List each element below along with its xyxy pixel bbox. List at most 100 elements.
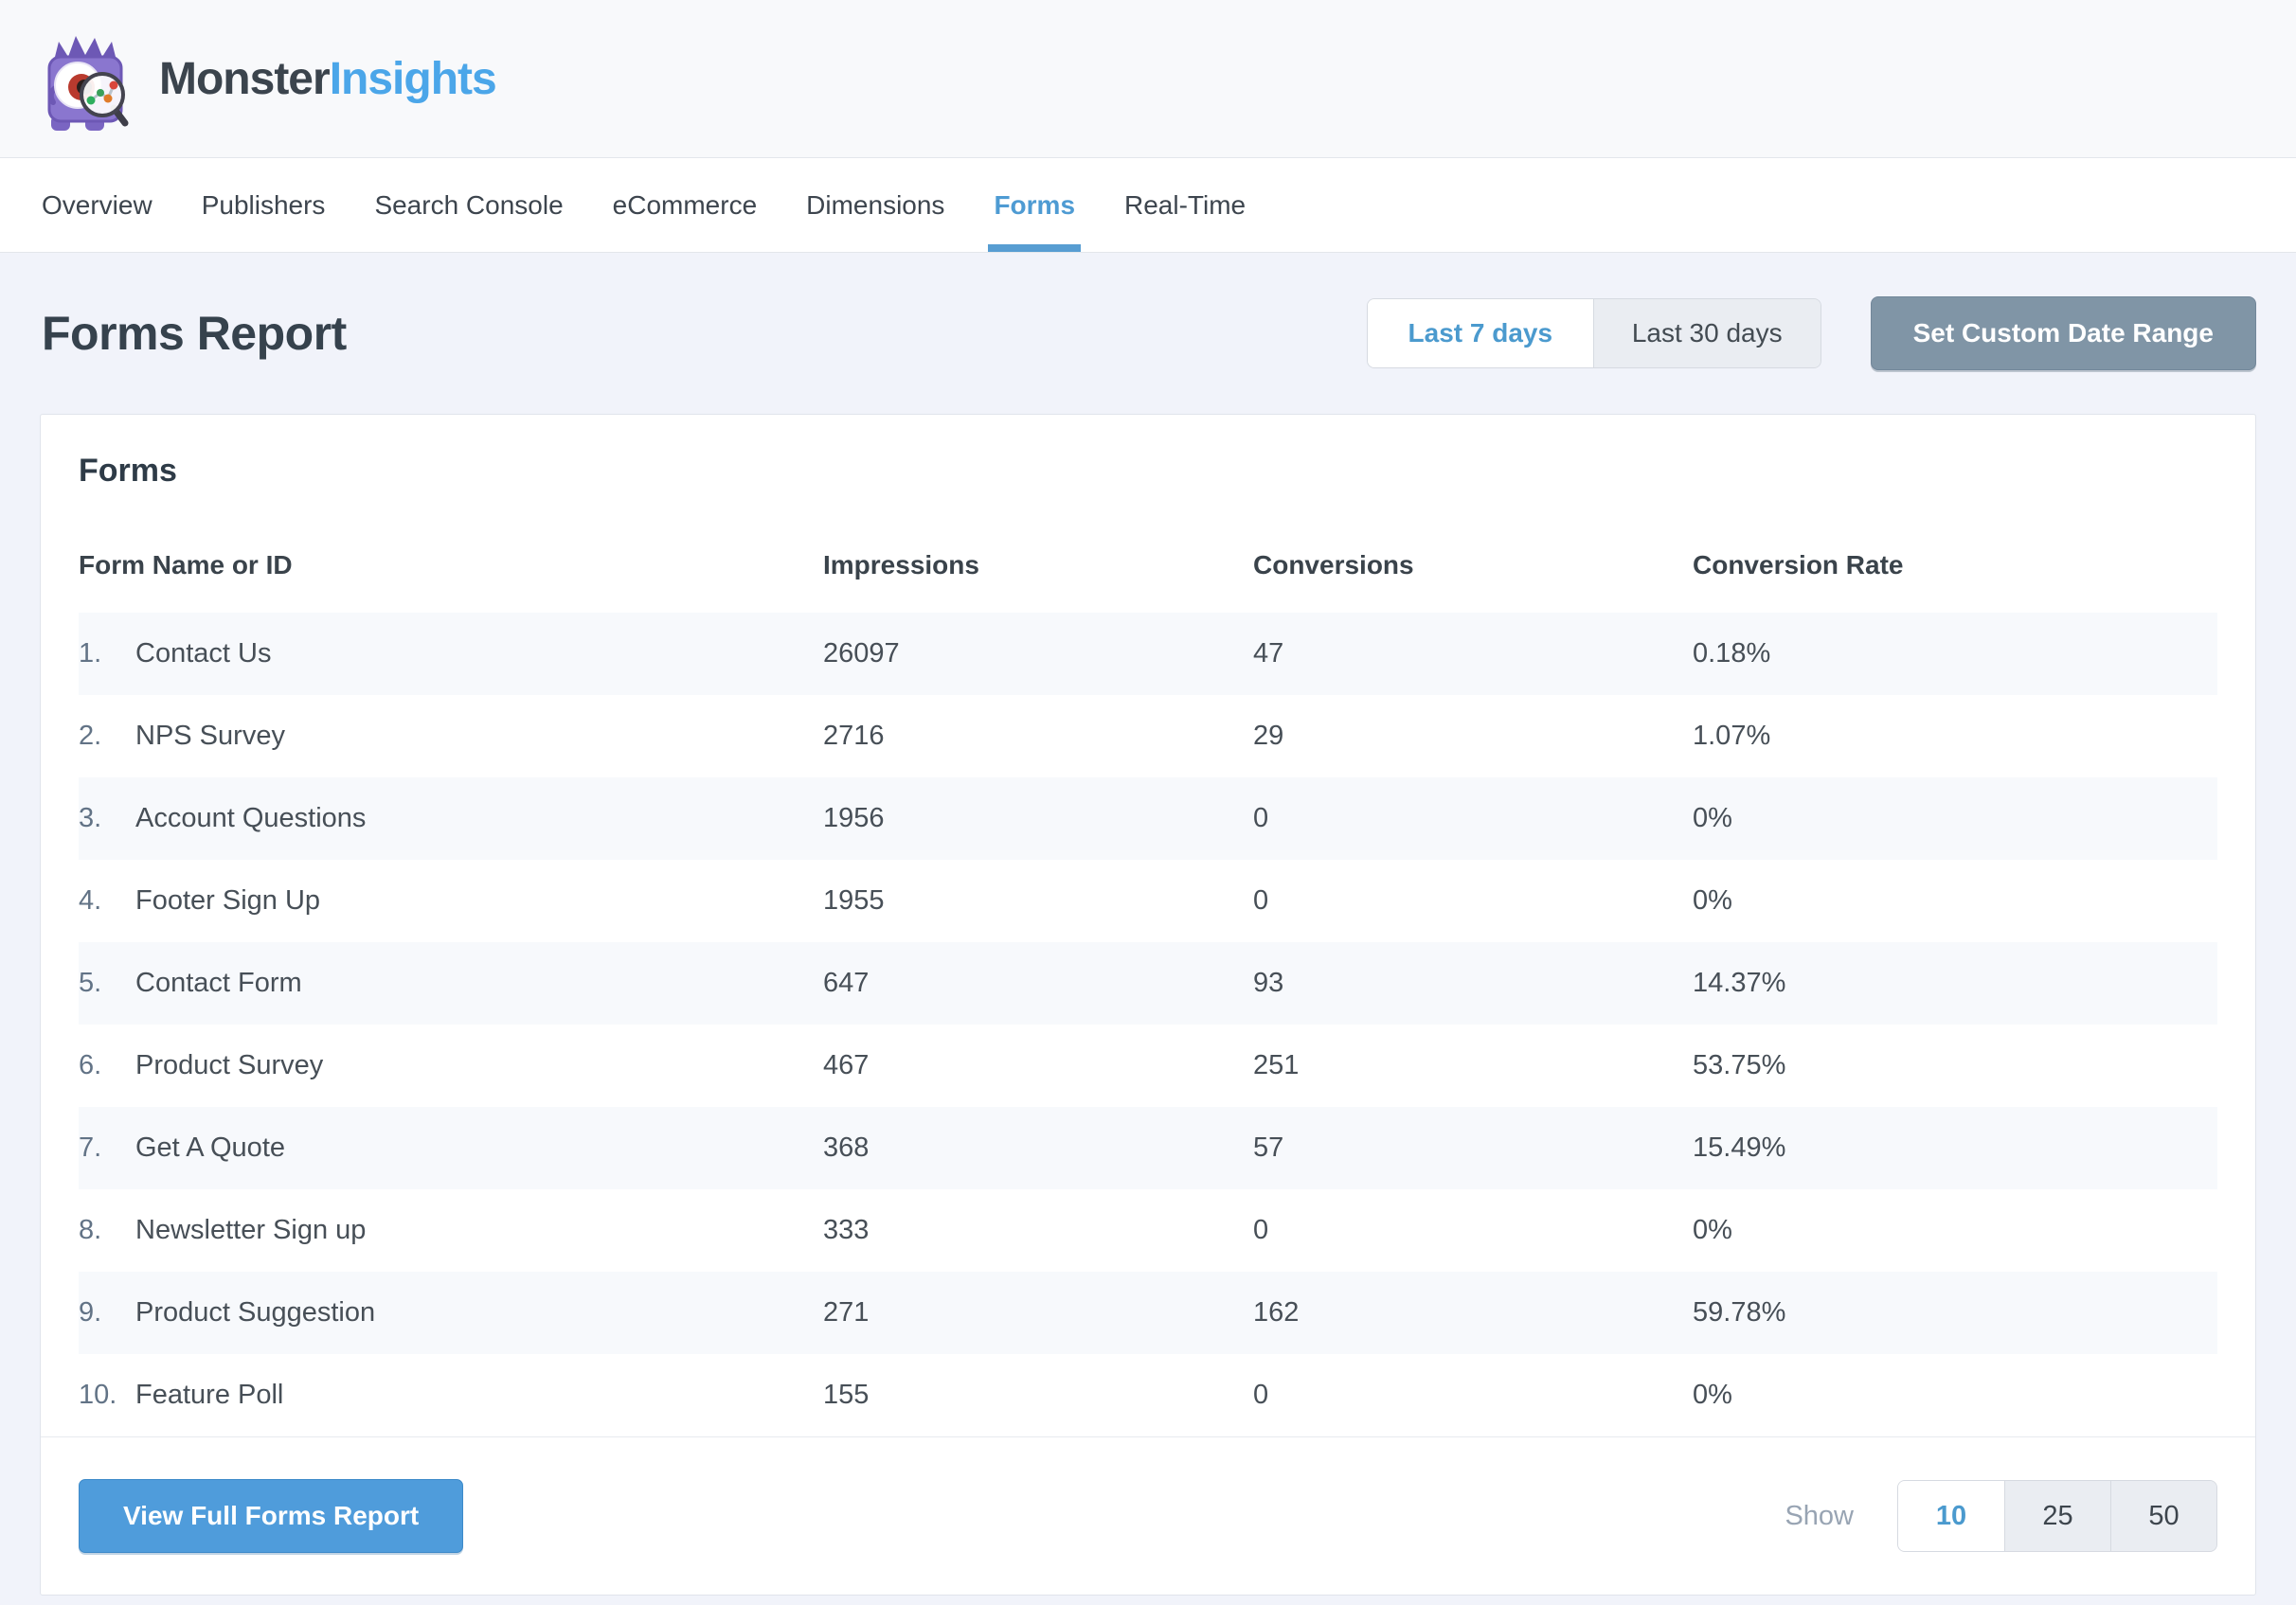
table-row: 5.Contact Form6479314.37% [79, 942, 2217, 1025]
conversion-rate-value: 0.18% [1693, 638, 2217, 669]
conversions-value: 0 [1253, 1215, 1693, 1246]
form-name-cell: 5.Contact Form [79, 968, 823, 999]
conversion-rate-value: 59.78% [1693, 1297, 2217, 1329]
form-name: Account Questions [135, 803, 366, 834]
row-index: 6. [79, 1050, 135, 1081]
nav-tab-dimensions[interactable]: Dimensions [806, 158, 944, 252]
row-index: 7. [79, 1132, 135, 1164]
row-index: 2. [79, 721, 135, 752]
impressions-value: 271 [823, 1297, 1253, 1329]
last-30-days-button[interactable]: Last 30 days [1593, 299, 1821, 367]
page-title: Forms Report [42, 306, 347, 361]
impressions-value: 368 [823, 1132, 1253, 1164]
column-header-impressions: Impressions [823, 550, 1253, 580]
wordmark-insights: Insights [330, 54, 496, 104]
impressions-value: 647 [823, 968, 1253, 999]
form-name: Contact Form [135, 968, 302, 999]
show-label: Show [1785, 1501, 1854, 1532]
nav-tab-forms-label: Forms [994, 190, 1075, 221]
form-name-cell: 10.Feature Poll [79, 1380, 823, 1411]
last-7-days-button[interactable]: Last 7 days [1368, 299, 1593, 367]
nav-tab-overview[interactable]: Overview [42, 158, 152, 252]
impressions-value: 467 [823, 1050, 1253, 1081]
page-size-10-button[interactable]: 10 [1898, 1481, 2004, 1551]
top-bar: MonsterInsights [0, 0, 2296, 158]
impressions-value: 26097 [823, 638, 1253, 669]
nav-tab-search-console[interactable]: Search Console [374, 158, 563, 252]
form-name: Feature Poll [135, 1380, 283, 1411]
forms-table: Form Name or ID Impressions Conversions … [41, 514, 2255, 1436]
table-header-row: Form Name or ID Impressions Conversions … [79, 514, 2217, 613]
page-size-25-button[interactable]: 25 [2004, 1481, 2110, 1551]
conversion-rate-value: 15.49% [1693, 1132, 2217, 1164]
conversions-value: 0 [1253, 1380, 1693, 1411]
page-size-50-button[interactable]: 50 [2110, 1481, 2216, 1551]
form-name-cell: 2.NPS Survey [79, 721, 823, 752]
nav-tab-forms[interactable]: Forms [994, 158, 1075, 252]
form-name: Footer Sign Up [135, 885, 320, 917]
form-name: Get A Quote [135, 1132, 285, 1164]
view-full-forms-report-button[interactable]: View Full Forms Report [79, 1479, 463, 1553]
conversion-rate-value: 0% [1693, 1380, 2217, 1411]
row-index: 8. [79, 1215, 135, 1246]
row-index: 9. [79, 1297, 135, 1329]
date-range-toggle: Last 7 days Last 30 days [1367, 298, 1821, 368]
page-head: Forms Report Last 7 days Last 30 days Se… [42, 296, 2256, 370]
conversions-value: 0 [1253, 885, 1693, 917]
report-nav: Overview Publishers Search Console eComm… [0, 158, 2296, 253]
form-name: Newsletter Sign up [135, 1215, 366, 1246]
nav-tab-ecommerce[interactable]: eCommerce [613, 158, 757, 252]
row-index: 5. [79, 968, 135, 999]
conversions-value: 93 [1253, 968, 1693, 999]
monsterinsights-wordmark: MonsterInsights [159, 53, 496, 105]
nav-tab-publishers[interactable]: Publishers [202, 158, 326, 252]
active-tab-underline [988, 244, 1081, 252]
table-row: 8.Newsletter Sign up33300% [79, 1189, 2217, 1272]
forms-panel: Forms Form Name or ID Impressions Conver… [40, 414, 2256, 1596]
column-header-form-name: Form Name or ID [79, 550, 823, 580]
conversions-value: 57 [1253, 1132, 1693, 1164]
date-controls: Last 7 days Last 30 days Set Custom Date… [1367, 296, 2256, 370]
table-row: 1.Contact Us26097470.18% [79, 613, 2217, 695]
wordmark-monster: Monster [159, 54, 330, 104]
impressions-value: 333 [823, 1215, 1253, 1246]
monsterinsights-monster-icon [36, 28, 135, 134]
table-row: 9.Product Suggestion27116259.78% [79, 1272, 2217, 1354]
form-name-cell: 3.Account Questions [79, 803, 823, 834]
form-name-cell: 7.Get A Quote [79, 1132, 823, 1164]
row-index: 10. [79, 1380, 135, 1411]
impressions-value: 1955 [823, 885, 1253, 917]
impressions-value: 2716 [823, 721, 1253, 752]
conversion-rate-value: 0% [1693, 885, 2217, 917]
page-size-toggle: 10 25 50 [1897, 1480, 2217, 1552]
form-name: Product Survey [135, 1050, 323, 1081]
table-row: 6.Product Survey 46725153.75% [79, 1025, 2217, 1107]
table-row: 3.Account Questions195600% [79, 777, 2217, 860]
column-header-conversion-rate: Conversion Rate [1693, 550, 2217, 580]
row-index: 4. [79, 885, 135, 917]
panel-footer: View Full Forms Report Show 10 25 50 [41, 1436, 2255, 1595]
impressions-value: 155 [823, 1380, 1253, 1411]
impressions-value: 1956 [823, 803, 1253, 834]
show-rows-control: Show 10 25 50 [1785, 1480, 2217, 1552]
conversion-rate-value: 1.07% [1693, 721, 2217, 752]
conversions-value: 0 [1253, 803, 1693, 834]
table-row: 10.Feature Poll15500% [79, 1354, 2217, 1436]
table-row: 2.NPS Survey2716291.07% [79, 695, 2217, 777]
conversion-rate-value: 0% [1693, 1215, 2217, 1246]
conversions-value: 251 [1253, 1050, 1693, 1081]
form-name-cell: 9.Product Suggestion [79, 1297, 823, 1329]
set-custom-date-range-button[interactable]: Set Custom Date Range [1871, 296, 2256, 370]
panel-title: Forms [41, 415, 2255, 490]
form-name: NPS Survey [135, 721, 285, 752]
form-name-cell: 8.Newsletter Sign up [79, 1215, 823, 1246]
form-name: Product Suggestion [135, 1297, 375, 1329]
conversion-rate-value: 53.75% [1693, 1050, 2217, 1081]
forms-table-body: 1.Contact Us26097470.18%2.NPS Survey2716… [79, 613, 2217, 1436]
nav-tab-real-time[interactable]: Real-Time [1124, 158, 1246, 252]
table-row: 7.Get A Quote3685715.49% [79, 1107, 2217, 1189]
table-row: 4.Footer Sign Up 195500% [79, 860, 2217, 942]
conversion-rate-value: 0% [1693, 803, 2217, 834]
conversion-rate-value: 14.37% [1693, 968, 2217, 999]
form-name-cell: 1.Contact Us [79, 638, 823, 669]
